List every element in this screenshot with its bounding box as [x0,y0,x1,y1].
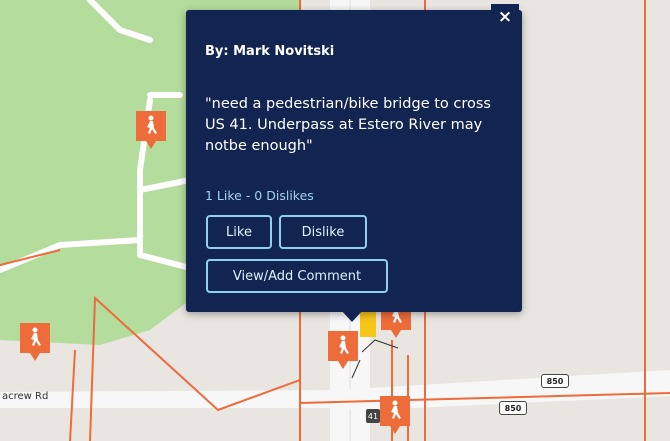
route-850-shield: 850 [541,374,569,388]
comment-popup: By: Mark Novitski "need a pedestrian/bik… [186,10,522,312]
road-label: acrew Rd [2,391,49,402]
comment-author: By: Mark Novitski [205,44,335,59]
view-add-comment-button[interactable]: View/Add Comment [206,259,388,293]
vote-count: 1 Like - 0 Dislikes [205,188,314,203]
popup-pointer [341,310,363,322]
dislike-button[interactable]: Dislike [279,215,367,249]
close-icon[interactable]: × [491,4,519,30]
like-button[interactable]: Like [206,215,272,249]
comment-text: "need a pedestrian/bike bridge to cross … [205,96,491,154]
route-41-shield: 41 [366,409,380,423]
route-850-shield: 850 [499,401,527,415]
